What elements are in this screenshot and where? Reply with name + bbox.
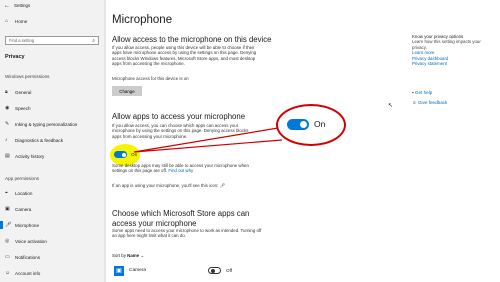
sidebar-item-general[interactable]: 🔒︎ General [5,87,105,97]
section-title: Privacy [5,54,25,60]
history-icon: ▤ [5,153,10,159]
selected-indicator [0,221,3,229]
mouse-cursor-icon: ↖ [388,103,394,109]
camera-app-toggle[interactable] [208,267,221,274]
annotation-callout [133,127,283,153]
windows-permissions-label: Windows permissions [5,74,50,79]
mic-in-use-note: If an app is using your microphone, you'… [112,183,226,188]
search-icon: ⌕ [92,37,95,44]
section-heading-device-access: Allow access to the microphone on this d… [112,35,272,44]
sidebar-item-notifications[interactable]: ▭ Notifications [5,252,105,262]
camera-app-toggle-label: Off [226,268,233,273]
app-permissions-label: App permissions [5,176,39,181]
sidebar-item-account-info[interactable]: ☺ Account info [5,268,105,278]
sidebar-item-inking[interactable]: ✎ Inking & typing personalization [5,119,105,129]
sidebar-item-speech[interactable]: ◉ Speech [5,103,105,113]
store-apps-description: Some apps need to access your microphone… [112,228,262,239]
change-button[interactable]: Change [112,86,142,96]
back-arrow-icon[interactable]: ← [0,3,14,9]
apps-access-toggle[interactable] [114,151,127,158]
chevron-down-icon: ⌄ [140,253,145,258]
section-heading-apps-access: Allow apps to access your microphone [112,112,246,121]
device-access-description: If you allow access, people using this d… [112,45,257,67]
desktop-apps-note: Some desktop apps may still be able to a… [112,163,249,174]
sort-label: Sort by [112,253,126,258]
sidebar-item-label: Home [15,18,28,24]
camera-app-icon: ▣ [114,266,124,276]
sidebar-item-label: Location [15,190,33,196]
window-title: Settings [14,3,31,8]
sort-value: Name [127,253,140,258]
feedback-icon: ☺ [412,100,417,105]
account-icon: ☺ [5,270,11,276]
sidebar-item-label: Account info [15,270,41,276]
sidebar-item-label: Microphone [15,222,40,228]
sidebar-item-label: Inking & typing personalization [15,121,78,127]
sidebar-item-diagnostics[interactable]: ♪ Diagnostics & feedback [5,135,105,145]
sidebar-item-voice-activation[interactable]: ◎ Voice activation [5,236,105,246]
search-placeholder: Find a setting [9,38,35,43]
sidebar: ← Settings ⌂ Home Find a setting ⌕ Priva… [0,0,106,282]
device-access-status: Microphone access for this device is on [112,76,189,81]
sidebar-item-location[interactable]: ⌖ Location [5,188,105,198]
microphone-icon: 🎤︎ [5,222,12,228]
title-bar: ← Settings [0,0,106,11]
help-icon: ▪ [412,90,414,95]
sidebar-item-activity[interactable]: ▤ Activity history [5,151,105,161]
section-heading-store-apps: Choose which Microsoft Store apps can ac… [112,209,250,228]
find-out-why-link[interactable]: Find out why [168,168,193,173]
sidebar-item-label: Notifications [15,254,41,260]
sidebar-item-label: Voice activation [15,238,47,244]
sidebar-item-label: Camera [15,206,32,212]
sidebar-item-label: Activity history [15,153,45,159]
zoomed-toggle[interactable] [287,119,309,130]
sidebar-item-home[interactable]: ⌂ Home [5,16,105,26]
camera-icon: ▣ [5,206,10,212]
sort-control[interactable]: Sort by Name ⌄ [112,253,144,259]
lock-icon: 🔒︎ [5,89,8,95]
microphone-status-icon: 🎤︎ [219,183,226,188]
privacy-options-panel: Know your privacy options Learn how this… [412,34,492,66]
sidebar-item-label: General [15,89,32,95]
location-icon: ⌖ [5,190,8,196]
voice-icon: ◎ [5,238,10,244]
home-icon: ⌂ [5,18,9,24]
page-title: Microphone [112,14,173,26]
sidebar-item-camera[interactable]: ▣ Camera [5,204,105,214]
speech-icon: ◉ [5,105,10,111]
notifications-icon: ▭ [5,254,10,260]
give-feedback-link[interactable]: ☺ Give feedback [412,100,447,105]
pen-icon: ✎ [5,121,10,127]
diagnostics-icon: ♪ [5,137,8,143]
sidebar-item-label: Speech [15,105,31,111]
sidebar-item-label: Diagnostics & feedback [15,137,64,143]
zoomed-toggle-label: On [314,119,326,129]
sidebar-scrollbar[interactable] [104,0,106,282]
sidebar-item-microphone[interactable]: 🎤︎ Microphone [5,220,105,230]
app-name: Camera [129,268,147,273]
search-input[interactable]: Find a setting ⌕ [5,36,99,45]
privacy-statement-link[interactable]: Privacy statement [412,61,492,66]
privacy-options-description: Learn how this setting impacts your priv… [412,39,481,50]
get-help-link[interactable]: ▪ Get help [412,90,432,95]
